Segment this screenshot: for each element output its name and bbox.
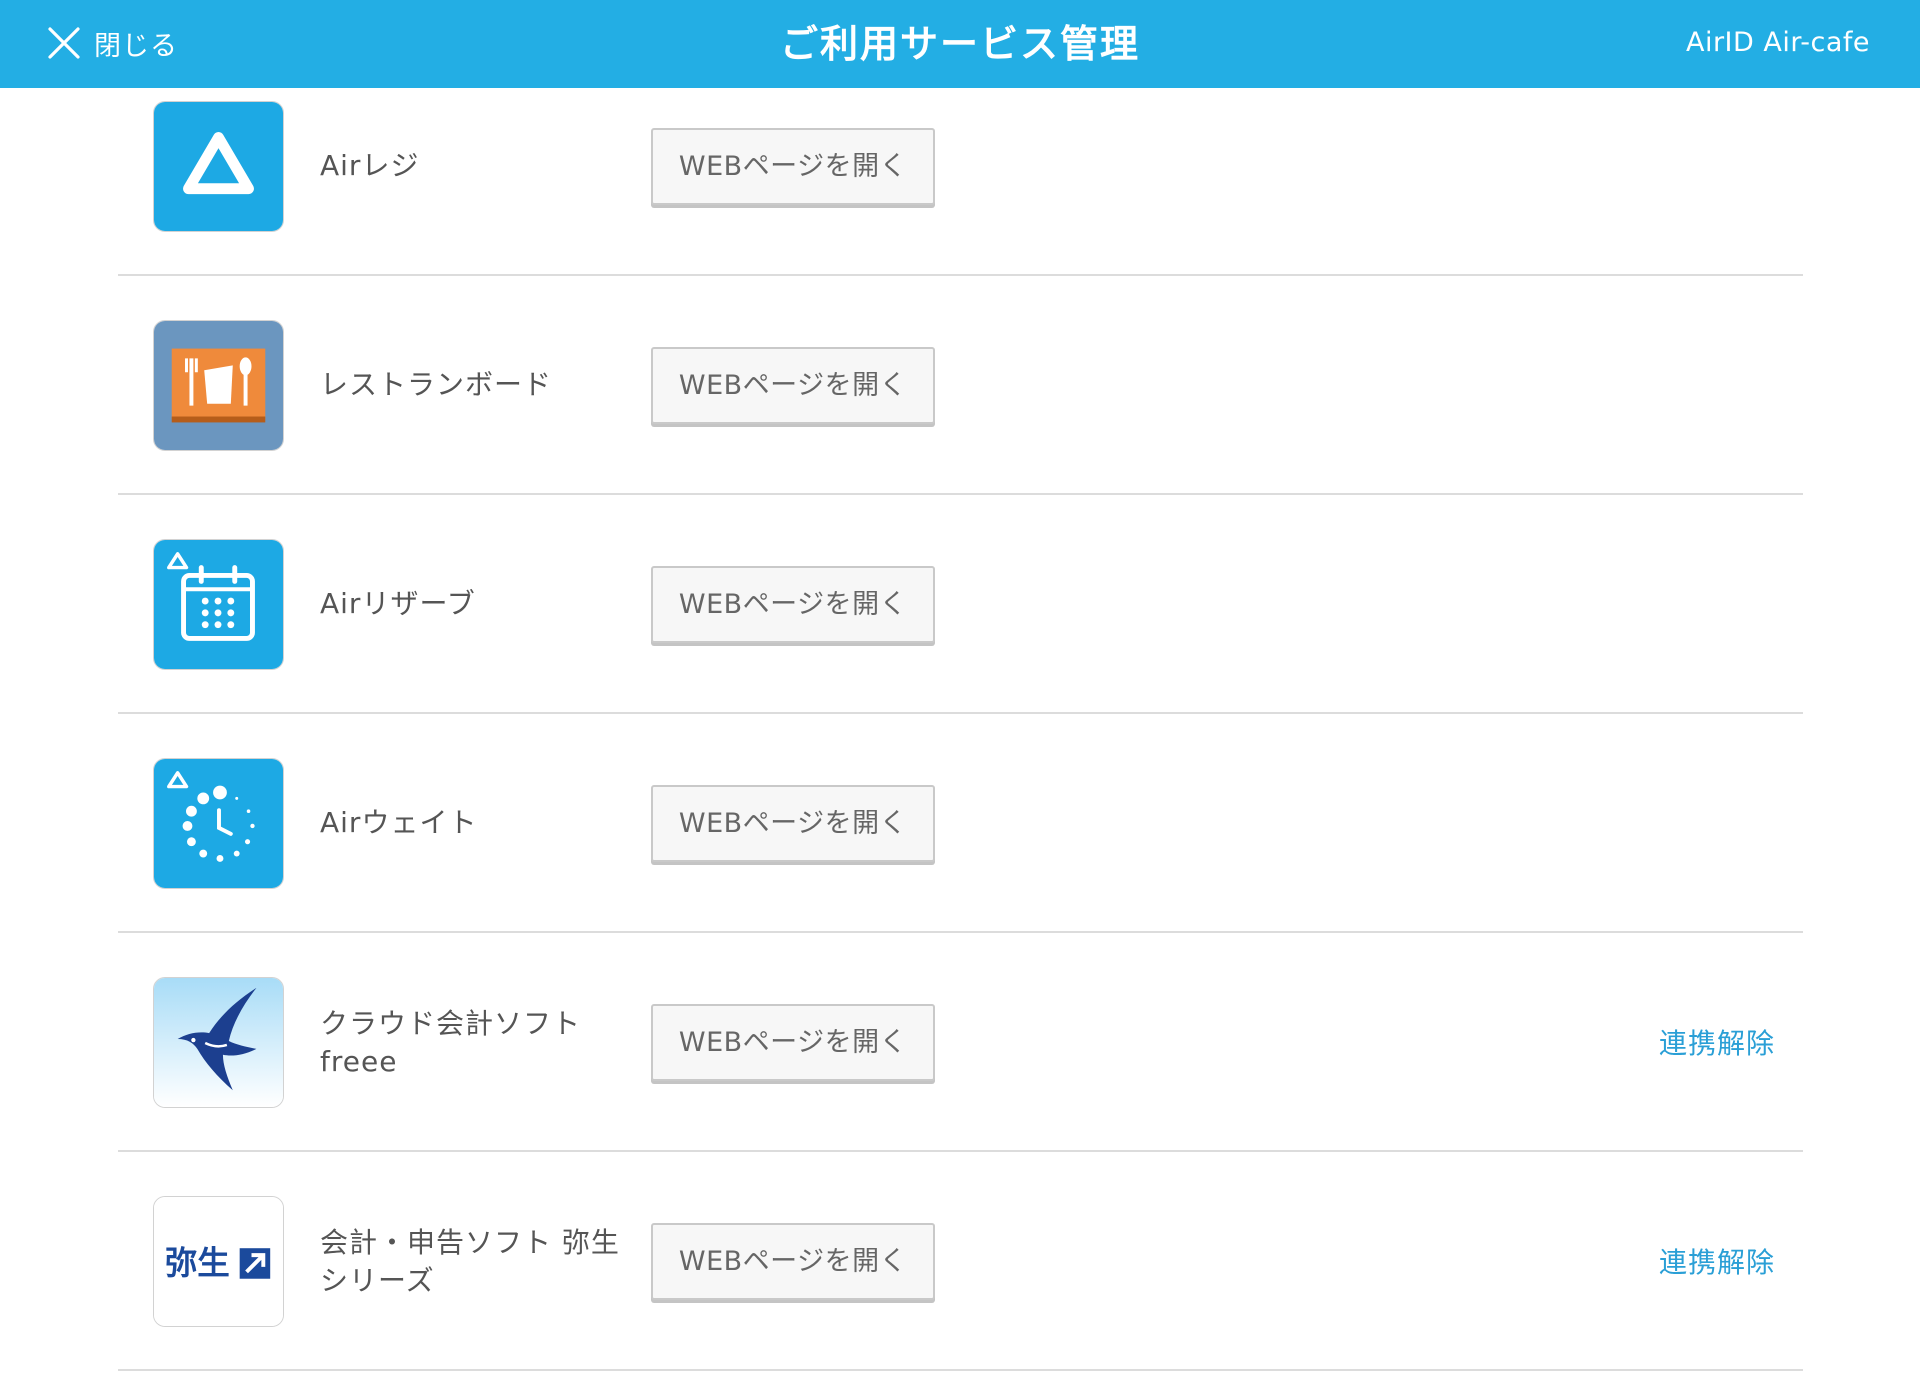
service-row-freee: クラウド会計ソフト freee WEBページを開く 連携解除 <box>118 933 1803 1152</box>
yayoi-icon: 弥生 <box>153 1196 284 1327</box>
unlink-button[interactable]: 連携解除 <box>1659 1022 1775 1062</box>
service-name: クラウド会計ソフト freee <box>320 1005 640 1081</box>
service-name: Airウェイト <box>320 806 478 839</box>
close-button[interactable]: 閉じる <box>44 18 178 68</box>
air-reserve-icon <box>153 539 284 670</box>
service-name-line2: シリーズ <box>320 1264 435 1297</box>
air-wait-icon <box>153 758 284 889</box>
service-name: Airリザーブ <box>320 587 476 620</box>
service-name: Airレジ <box>320 149 420 182</box>
service-row-air-wait: Airウェイト WEBページを開く <box>118 714 1803 933</box>
service-row-air-reserve: Airリザーブ WEBページを開く <box>118 495 1803 714</box>
service-name-line1: 会計・申告ソフト 弥生 <box>320 1226 620 1259</box>
service-row-air-regi: Airレジ WEBページを開く <box>118 88 1803 276</box>
header-bar: 閉じる ご利用サービス管理 AirID Air-cafe <box>0 0 1920 88</box>
open-web-button[interactable]: WEBページを開く <box>651 347 935 424</box>
close-label: 閉じる <box>94 30 178 62</box>
open-web-button[interactable]: WEBページを開く <box>651 1004 935 1081</box>
air-regi-icon <box>153 101 284 232</box>
unlink-button[interactable]: 連携解除 <box>1659 1241 1775 1281</box>
restaurant-board-icon <box>153 320 284 451</box>
open-web-button[interactable]: WEBページを開く <box>651 1223 935 1300</box>
service-name: 会計・申告ソフト 弥生 シリーズ <box>320 1224 640 1300</box>
service-list: Airレジ WEBページを開く レストランボード WEBページを開く Airリザ… <box>118 88 1803 1371</box>
service-name: レストランボード <box>320 368 553 401</box>
page-title: ご利用サービス管理 <box>779 22 1140 66</box>
open-web-button[interactable]: WEBページを開く <box>651 566 935 643</box>
service-row-restaurant-board: レストランボード WEBページを開く <box>118 276 1803 495</box>
open-web-button[interactable]: WEBページを開く <box>651 128 935 205</box>
service-name-line1: クラウド会計ソフト <box>320 1007 582 1040</box>
close-icon <box>48 27 80 59</box>
svg-text:弥生: 弥生 <box>165 1244 230 1282</box>
service-row-yayoi: 弥生 会計・申告ソフト 弥生 シリーズ WEBページを開く 連携解除 <box>118 1152 1803 1371</box>
service-name-line2: freee <box>320 1045 398 1078</box>
open-web-button[interactable]: WEBページを開く <box>651 785 935 862</box>
freee-icon <box>153 977 284 1108</box>
account-label: AirID Air-cafe <box>1685 27 1870 58</box>
